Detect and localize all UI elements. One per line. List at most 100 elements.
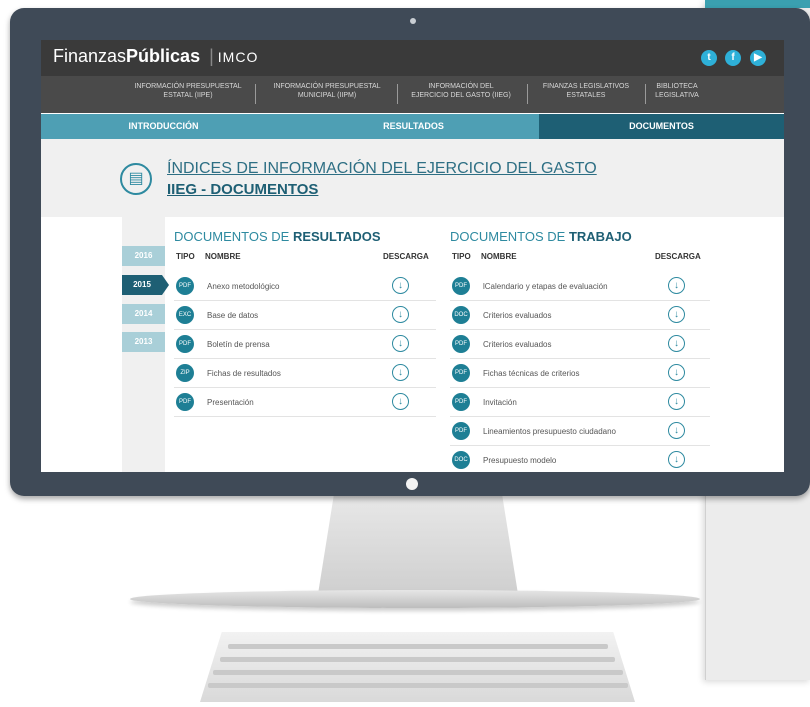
nav-item-finanzas-legislativos[interactable]: FINANZAS LEGISLATIVOS ESTATALES: [531, 82, 641, 100]
nav-label-line2: ESTATALES: [566, 92, 606, 99]
document-name[interactable]: Lineamientos presupuesto ciudadano: [483, 427, 616, 436]
table-row: PDF lCalendario y etapas de evaluación ↓: [450, 272, 710, 301]
table-row: DOC Criterios evaluados ↓: [450, 301, 710, 330]
table-row: PDF Criterios evaluados ↓: [450, 330, 710, 359]
nav-label-line1: BIBLIOTECA: [656, 83, 698, 90]
logo-org: IMCO: [217, 49, 259, 65]
document-name[interactable]: Presupuesto modelo: [483, 456, 556, 465]
document-name[interactable]: Fichas técnicas de criterios: [483, 369, 579, 378]
nav-label-line1: INFORMACIÓN DEL: [428, 83, 494, 90]
document-icon: ▤: [120, 163, 152, 195]
title-band: [41, 139, 784, 217]
document-name[interactable]: Anexo metodológico: [207, 282, 280, 291]
nav-divider: [645, 84, 646, 104]
col-descarga: DESCARGA: [655, 252, 701, 261]
table-row: PDF Anexo metodológico ↓: [174, 272, 436, 301]
heading-prefix: DOCUMENTOS DE: [174, 229, 293, 244]
document-name[interactable]: Criterios evaluados: [483, 311, 551, 320]
file-type-badge: PDF: [452, 393, 470, 411]
document-name[interactable]: Presentación: [207, 398, 254, 407]
download-icon[interactable]: ↓: [392, 393, 409, 410]
section-heading-resultados: DOCUMENTOS DE RESULTADOS: [174, 229, 381, 244]
document-name[interactable]: Boletín de prensa: [207, 340, 270, 349]
nav-item-iipe[interactable]: INFORMACIÓN PRESUPUESTAL ESTATAL (IIPE): [123, 82, 253, 100]
tab-resultados[interactable]: RESULTADOS: [371, 114, 456, 139]
table-row: PDF Presentación ↓: [174, 388, 436, 417]
tab-introduccion[interactable]: INTRODUCCIÓN: [121, 114, 206, 139]
heading-prefix: DOCUMENTOS DE: [450, 229, 569, 244]
col-tipo: TIPO: [176, 252, 195, 261]
document-name[interactable]: Base de datos: [207, 311, 258, 320]
logo-text-publicas: Públicas: [126, 46, 201, 66]
table-row: EXC Base de datos ↓: [174, 301, 436, 330]
nav-divider: [255, 84, 256, 104]
logo-text-finanzas: Finanzas: [53, 46, 127, 66]
document-name[interactable]: Invitación: [483, 398, 517, 407]
nav-label-line1: INFORMACIÓN PRESUPUESTAL: [134, 83, 242, 90]
document-name[interactable]: lCalendario y etapas de evaluación: [483, 282, 608, 291]
keyboard: [200, 632, 635, 702]
active-year-indicator: [162, 275, 169, 295]
year-2015[interactable]: 2015: [122, 275, 162, 295]
download-icon[interactable]: ↓: [668, 277, 685, 294]
download-icon[interactable]: ↓: [668, 451, 685, 468]
section-heading-trabajo: DOCUMENTOS DE TRABAJO: [450, 229, 632, 244]
download-icon[interactable]: ↓: [392, 277, 409, 294]
nav-label-line1: FINANZAS LEGISLATIVOS: [542, 83, 630, 90]
camera-dot: [410, 18, 416, 24]
screen: FinanzasPúblicas | IMCO t f ▶ INFORMACIÓN…: [41, 40, 784, 472]
nav-item-iieg[interactable]: INFORMACIÓN DEL EJERCICIO DEL GASTO (IIE…: [397, 82, 525, 100]
file-type-badge: EXC: [176, 306, 194, 324]
file-type-badge: PDF: [176, 335, 194, 353]
site-logo[interactable]: FinanzasPúblicas | IMCO: [53, 46, 258, 67]
heading-bold: TRABAJO: [568, 229, 632, 244]
page-title[interactable]: ÍNDICES DE INFORMACIÓN DEL EJERCICIO DEL…: [167, 160, 597, 178]
download-icon[interactable]: ↓: [668, 393, 685, 410]
download-icon[interactable]: ↓: [392, 335, 409, 352]
col-nombre: NOMBRE: [205, 252, 241, 261]
table-row: ZIP Fichas de resultados ↓: [174, 359, 436, 388]
download-icon[interactable]: ↓: [668, 335, 685, 352]
monitor-stand: [318, 494, 518, 594]
file-type-badge: PDF: [452, 422, 470, 440]
nav-label-line2: MUNICIPAL (IIPM): [297, 92, 357, 99]
nav-divider: [527, 84, 528, 104]
download-icon[interactable]: ↓: [668, 422, 685, 439]
document-name[interactable]: Fichas de resultados: [207, 369, 281, 378]
table-row: PDF Invitación ↓: [450, 388, 710, 417]
trabajo-table: PDF lCalendario y etapas de evaluación ↓ DO…: [450, 272, 710, 472]
table-row: PDF Boletín de prensa ↓: [174, 330, 436, 359]
file-type-badge: ZIP: [176, 364, 194, 382]
background-panel-accent: [705, 0, 810, 8]
youtube-icon[interactable]: ▶: [750, 50, 766, 66]
nav-label-line2: EJERCICIO DEL GASTO (IIEG): [411, 92, 511, 99]
col-nombre: NOMBRE: [481, 252, 517, 261]
power-button[interactable]: [406, 478, 418, 490]
file-type-badge: PDF: [452, 277, 470, 295]
download-icon[interactable]: ↓: [668, 364, 685, 381]
file-type-badge: PDF: [176, 393, 194, 411]
col-descarga: DESCARGA: [383, 252, 429, 261]
year-2013[interactable]: 2013: [122, 332, 165, 352]
table-row: PDF Fichas técnicas de criterios ↓: [450, 359, 710, 388]
file-type-badge: PDF: [176, 277, 194, 295]
file-type-badge: PDF: [452, 335, 470, 353]
file-type-badge: DOC: [452, 451, 470, 469]
nav-item-biblioteca[interactable]: BIBLIOTECA LEGISLATIVA: [647, 82, 707, 100]
table-row: DOC Presupuesto modelo ↓: [450, 446, 710, 472]
download-icon[interactable]: ↓: [668, 306, 685, 323]
download-icon[interactable]: ↓: [392, 306, 409, 323]
page-subtitle[interactable]: IIEG - DOCUMENTOS: [167, 181, 318, 198]
year-2016[interactable]: 2016: [122, 246, 165, 266]
file-type-badge: PDF: [452, 364, 470, 382]
document-name[interactable]: Criterios evaluados: [483, 340, 551, 349]
tab-documentos[interactable]: DOCUMENTOS: [539, 114, 784, 139]
nav-item-iipm[interactable]: INFORMACIÓN PRESUPUESTAL MUNICIPAL (IIPM…: [262, 82, 392, 100]
heading-bold: RESULTADOS: [292, 229, 381, 244]
monitor-base: [130, 590, 700, 608]
twitter-icon[interactable]: t: [701, 50, 717, 66]
year-2014[interactable]: 2014: [122, 304, 165, 324]
download-icon[interactable]: ↓: [392, 364, 409, 381]
facebook-icon[interactable]: f: [725, 50, 741, 66]
col-tipo: TIPO: [452, 252, 471, 261]
